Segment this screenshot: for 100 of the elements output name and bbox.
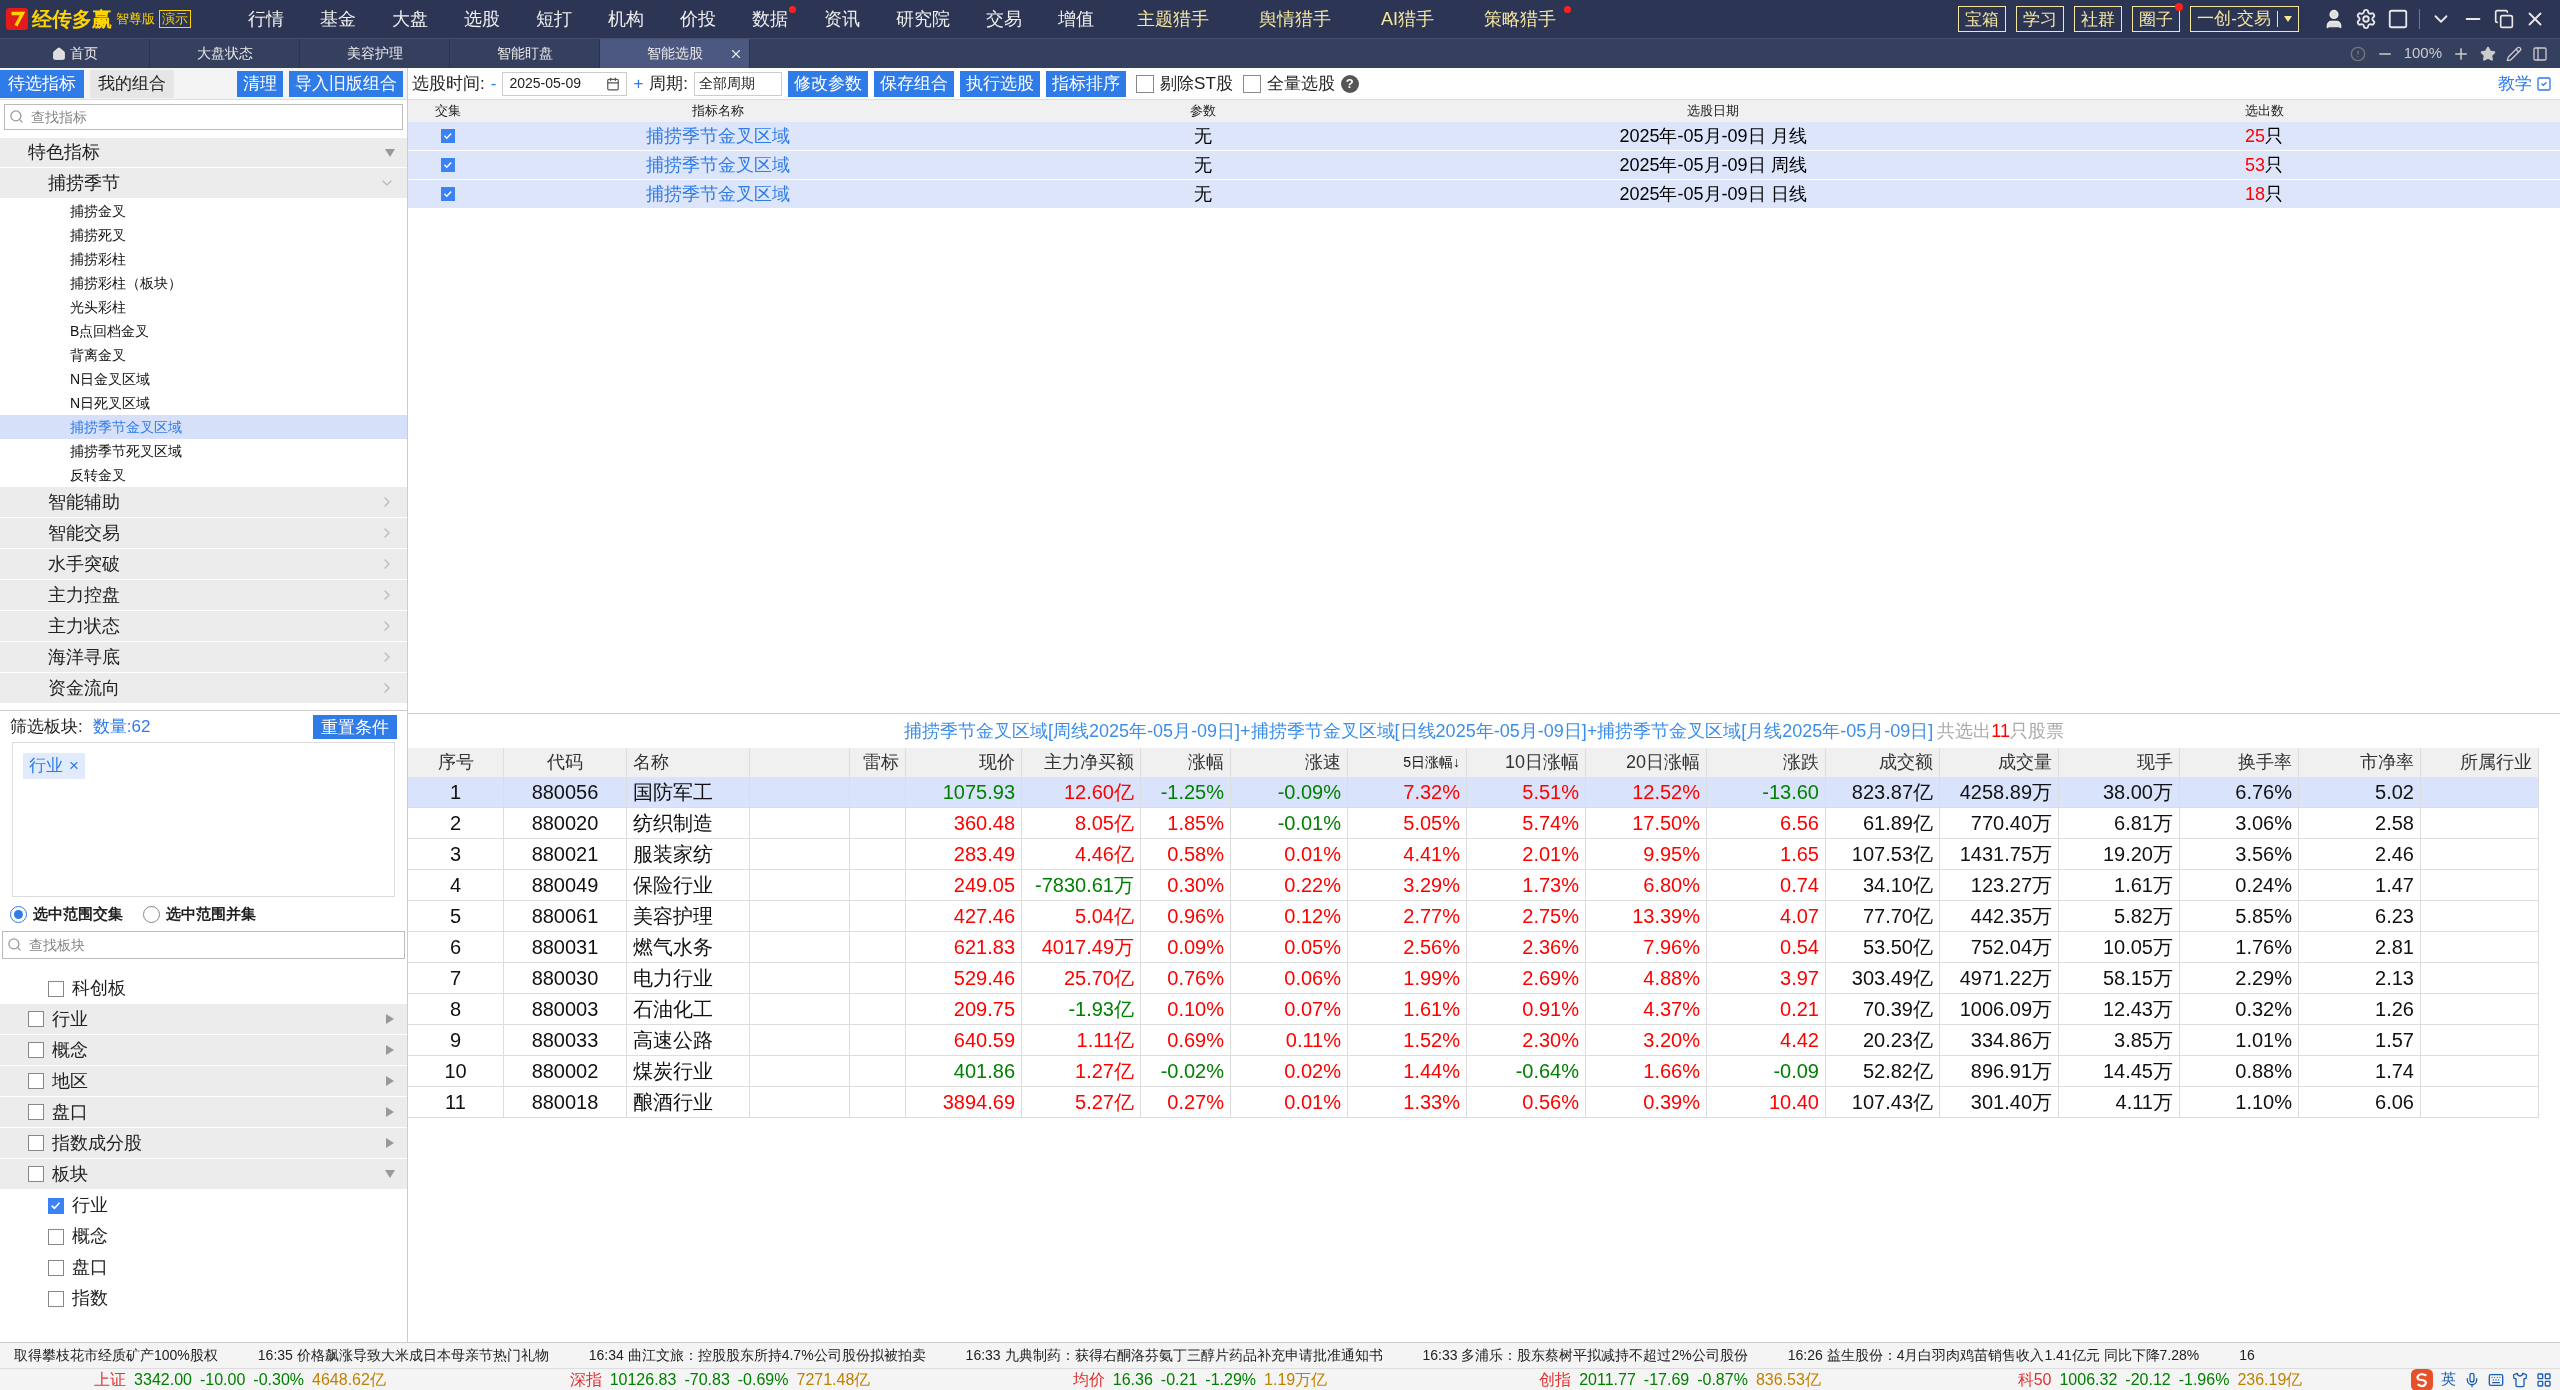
menu-item[interactable]: AI猎手 [1356, 0, 1459, 38]
tree-leaf[interactable]: 光头彩柱 [0, 295, 407, 319]
checkbox[interactable] [48, 1228, 64, 1245]
column-header[interactable]: 5日涨幅↓ [1348, 748, 1467, 777]
index-name[interactable]: 深指 [569, 1367, 602, 1390]
menu-item[interactable]: 行情 [230, 0, 302, 38]
board-item[interactable]: 行业 [72, 1192, 108, 1219]
menu-item[interactable]: 数据 [734, 0, 806, 38]
action-button[interactable]: 指标排序 [1046, 70, 1127, 97]
tree-leaf[interactable]: 捕捞彩柱（板块） [0, 271, 407, 295]
search-field[interactable]: 查找板块 [2, 931, 405, 959]
index-name[interactable]: 创指 [1539, 1367, 1572, 1390]
tree-node[interactable]: 主力控盘 [0, 580, 407, 611]
index-name[interactable]: 上证 [94, 1367, 127, 1390]
panel-tab[interactable]: 我的组合 [90, 69, 174, 98]
news-item[interactable]: 16:33 多浦乐：股东蔡树平拟减持不超过2%公司股份 [1422, 1345, 1748, 1366]
tree-leaf[interactable]: 捕捞季节死叉区域 [0, 439, 407, 463]
table-row[interactable]: 6 880031 燃气水务 621.83 4017.49万 0.09% 0.05% 2.56% 2.36% 7.96% 0.54 53.50亿 752.04万 10.05万 1.76% 2.81 [408, 932, 2539, 963]
menu-item[interactable]: 增值 [1040, 0, 1112, 38]
tree-leaf[interactable]: 捕捞彩柱 [0, 247, 407, 271]
toolbar-button[interactable]: 学习 [2016, 6, 2065, 32]
tree-node[interactable]: 海洋寻底 [0, 642, 407, 673]
checkbox[interactable] [48, 1290, 64, 1307]
tree-leaf[interactable]: N日金叉区域 [0, 367, 407, 391]
checkbox[interactable] [28, 1166, 44, 1182]
menu-item[interactable]: 舆情猎手 [1234, 0, 1356, 38]
board-group[interactable]: 板块 [0, 1159, 407, 1190]
menu-item[interactable]: 资讯 [806, 0, 878, 38]
checkbox[interactable] [1136, 74, 1155, 93]
column-header[interactable]: 市净率 [2299, 748, 2421, 777]
board-item[interactable]: 科创板 [72, 975, 126, 1002]
help-icon[interactable]: ? [1340, 74, 1359, 93]
checkbox[interactable] [441, 158, 455, 172]
info-icon[interactable] [2349, 45, 2366, 62]
column-header[interactable]: 成交额 [1826, 748, 1940, 777]
table-row[interactable]: 7 880030 电力行业 529.46 25.70亿 0.76% 0.06% 1.99% 2.69% 4.88% 3.97 303.49亿 4971.22万 58.15万 2.29% 2.13 [408, 963, 2539, 994]
toolbar-button[interactable]: 宝箱 [1958, 6, 2007, 32]
column-header[interactable]: 主力净买额 [1022, 748, 1141, 777]
table-row[interactable]: 11 880018 酿酒行业 3894.69 5.27亿 0.27% 0.01% 1.33% 0.56% 0.39% 10.40 107.43亿 301.40万 4.11万 1.10% 6.06 [408, 1087, 2539, 1118]
column-header[interactable]: 涨幅 [1141, 748, 1231, 777]
table-row[interactable]: 5 880061 美容护理 427.46 5.04亿 0.96% 0.12% 2.77% 2.75% 13.39% 4.07 77.70亿 442.35万 5.82万 5.85% 6.23 [408, 901, 2539, 932]
board-item[interactable]: 盘口 [72, 1254, 108, 1281]
column-header[interactable]: 20日涨幅 [1586, 748, 1707, 777]
board-group[interactable]: 盘口 [0, 1097, 407, 1128]
checkbox[interactable] [48, 1197, 64, 1214]
column-header[interactable]: 序号 [408, 748, 504, 777]
restore-icon[interactable] [2494, 9, 2514, 29]
previous-date-button[interactable]: - [490, 70, 497, 97]
column-header[interactable]: 现价 [906, 748, 1022, 777]
tree-node[interactable]: 智能辅助 [0, 487, 407, 518]
grid-icon[interactable] [2536, 1371, 2552, 1388]
microphone-icon[interactable] [2464, 1371, 2480, 1388]
column-header[interactable]: 现手 [2059, 748, 2180, 777]
board-group[interactable]: 指数成分股 [0, 1128, 407, 1159]
menu-item[interactable]: 交易 [968, 0, 1040, 38]
board-item[interactable]: 指数 [72, 1285, 108, 1312]
board-group[interactable]: 概念 [0, 1035, 407, 1066]
news-item[interactable]: 取得攀枝花市经质矿产100%股权 [14, 1345, 218, 1366]
column-header[interactable]: 涨速 [1231, 748, 1348, 777]
trade-button[interactable]: 一创-交易 [2190, 6, 2299, 32]
checkbox[interactable] [28, 1104, 44, 1120]
checkbox[interactable] [48, 1259, 64, 1276]
menu-item[interactable]: 价投 [662, 0, 734, 38]
action-button[interactable]: 执行选股 [960, 70, 1041, 97]
checkbox[interactable] [28, 1011, 44, 1027]
tree-node[interactable]: 主力状态 [0, 611, 407, 642]
checkbox[interactable] [28, 1042, 44, 1058]
menu-item[interactable]: 主题猎手 [1112, 0, 1234, 38]
menu-item[interactable]: 研究院 [878, 0, 968, 38]
date-field[interactable]: 2025-05-09 [502, 71, 628, 96]
column-header[interactable]: 所属行业 [2421, 748, 2539, 777]
table-row[interactable]: 4 880049 保险行业 249.05 -7830.61万 0.30% 0.22% 3.29% 1.73% 6.80% 0.74 34.10亿 123.27万 1.61万 0.24% 1.47 [408, 870, 2539, 901]
period-field[interactable]: 全部周期 [694, 71, 783, 96]
column-header[interactable]: 代码 [504, 748, 627, 777]
board-group[interactable]: 地区 [0, 1066, 407, 1097]
tree-node[interactable]: 水手突破 [0, 549, 407, 580]
table-row[interactable]: 8 880003 石油化工 209.75 -1.93亿 0.10% 0.07% 1.61% 0.91% 4.37% 0.21 70.39亿 1006.09万 12.43万 0.32% 1.26 [408, 994, 2539, 1025]
checkbox[interactable] [441, 187, 455, 201]
news-item[interactable]: 16:34 曲江文旅：控股股东所持4.7%公司股份拟被拍卖 [588, 1345, 926, 1366]
index-name[interactable]: 均价 [1072, 1367, 1105, 1390]
action-button[interactable]: 保存组合 [874, 70, 955, 97]
star-icon[interactable] [2480, 45, 2496, 62]
table-row[interactable]: 9 880033 高速公路 640.59 1.11亿 0.69% 0.11% 1.52% 2.30% 3.20% 4.42 20.23亿 334.86万 3.85万 1.01% 1.57 [408, 1025, 2539, 1056]
tree-group[interactable]: 特色指标 [0, 138, 407, 168]
column-header[interactable]: 换手率 [2180, 748, 2299, 777]
tab[interactable]: 智能选股 [600, 39, 750, 68]
tree-leaf[interactable]: 捕捞金叉 [0, 199, 407, 223]
input-method-icon[interactable] [2411, 1368, 2433, 1390]
news-item[interactable]: 16 [2239, 1345, 2255, 1366]
column-header[interactable]: 10日涨幅 [1467, 748, 1586, 777]
next-date-button[interactable]: + [633, 70, 644, 97]
checkbox[interactable] [1242, 74, 1261, 93]
tree-leaf[interactable]: 反转金叉 [0, 463, 407, 487]
action-button[interactable]: 导入旧版组合 [289, 70, 403, 97]
column-header[interactable]: 涨跌 [1707, 748, 1826, 777]
menu-item[interactable]: 大盘 [374, 0, 446, 38]
table-row[interactable]: 3 880021 服装家纺 283.49 4.46亿 0.58% 0.01% 4.41% 2.01% 9.95% 1.65 107.53亿 1431.75万 19.20万 3.56% 2.46 [408, 839, 2539, 870]
tree-node[interactable]: 资金流向 [0, 673, 407, 704]
tree-leaf[interactable]: 捕捞死叉 [0, 223, 407, 247]
checkbox[interactable] [28, 1073, 44, 1089]
